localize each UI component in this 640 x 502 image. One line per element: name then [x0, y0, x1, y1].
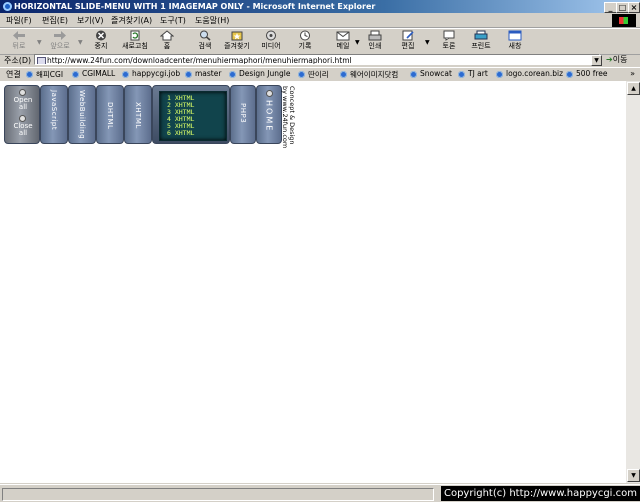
edit-icon: [402, 30, 414, 41]
link-tj-art[interactable]: TJ art: [458, 69, 488, 78]
links-more-button[interactable]: »: [630, 69, 635, 78]
link-cgimall[interactable]: CGIMALL: [72, 69, 115, 78]
menu-tab-home[interactable]: HOME: [256, 85, 282, 144]
history-icon: [300, 30, 310, 41]
link-logo-corean[interactable]: logo.corean.biz: [496, 69, 563, 78]
go-label: 이동: [612, 55, 628, 64]
new-window-button[interactable]: 새창: [498, 30, 532, 54]
close-button[interactable]: ×: [628, 2, 640, 13]
menu-tab-xhtml[interactable]: XHTML: [124, 85, 152, 144]
printer-icon: [474, 30, 488, 40]
close-all-button[interactable]: Close all: [5, 123, 41, 137]
address-url: http://www.24fun.com/downloadcenter/menu…: [47, 56, 352, 65]
ie-logo-icon: [3, 2, 12, 11]
forward-arrow-icon: [54, 31, 66, 40]
menu-file[interactable]: 파일(F): [6, 15, 32, 26]
print-icon: [368, 30, 382, 41]
menu-tab-php3[interactable]: PHP3: [230, 85, 256, 144]
link-500-free[interactable]: 500 free: [566, 69, 608, 78]
forward-button[interactable]: 앞으로: [43, 30, 77, 54]
link-design-jungle[interactable]: Design Jungle: [229, 69, 290, 78]
open-all-button[interactable]: Open all: [5, 97, 41, 111]
address-bar: 주소(D) http://www.24fun.com/downloadcente…: [0, 54, 640, 67]
link-happycgi[interactable]: 해피CGI: [26, 69, 63, 80]
credit-text: Concept & Design by www.24fun.com: [281, 86, 296, 149]
refresh-button[interactable]: 새로고침: [118, 30, 152, 54]
slide-menu-imagemap: Open all Close all JavaScript WebBuildin…: [4, 85, 282, 144]
edit-dropdown-icon[interactable]: ▼: [425, 39, 430, 46]
home-dot-icon: [267, 91, 272, 96]
media-icon: [266, 30, 276, 41]
status-text-area: [2, 488, 434, 501]
title-bar: HORIZONTAL SLIDE-MENU WITH 1 IMAGEMAP ON…: [0, 0, 640, 13]
media-button[interactable]: 미디어: [254, 30, 288, 54]
credit-line-1: Concept & Design: [288, 86, 296, 145]
favorites-icon: [231, 31, 243, 41]
xhtml-item-6[interactable]: 6 XHTML: [167, 130, 194, 137]
stop-button[interactable]: 중지: [84, 30, 118, 54]
xhtml-submenu-screen: 1 XHTML 2 XHTML 3 XHTML 4 XHTML 5 XHTML …: [159, 91, 227, 141]
page-icon: [37, 57, 46, 64]
menu-tab-webbuilding[interactable]: WebBuilding: [68, 85, 96, 144]
address-input[interactable]: http://www.24fun.com/downloadcenter/menu…: [34, 54, 600, 65]
forward-dropdown-icon[interactable]: ▼: [78, 39, 83, 46]
copyright-banner: Copyright(c) http://www.happycgi.com: [440, 486, 640, 501]
edit-button[interactable]: 편집: [391, 30, 425, 54]
link-wareimage[interactable]: 웨어이미지닷컴: [340, 69, 398, 80]
mail-icon: [336, 31, 350, 41]
link-ttanyiri[interactable]: 딴이리: [298, 69, 329, 80]
search-button[interactable]: 검색: [188, 30, 222, 54]
stop-icon: [96, 30, 106, 41]
menu-bar: 파일(F) 편집(E) 보기(V) 즐겨찾기(A) 도구(T) 도움말(H): [0, 13, 640, 28]
vertical-scrollbar[interactable]: ▲ ▼: [626, 81, 640, 483]
back-dropdown-icon[interactable]: ▼: [37, 39, 42, 46]
home-icon: [160, 30, 174, 41]
links-bar: 연결 해피CGI CGIMALL happycgi.job master Des…: [0, 67, 640, 81]
history-button[interactable]: 기록: [288, 30, 322, 54]
xhtml-submenu-panel: 1 XHTML 2 XHTML 3 XHTML 4 XHTML 5 XHTML …: [152, 85, 230, 144]
discuss-button[interactable]: 토론: [432, 30, 466, 54]
home-button[interactable]: 홈: [150, 30, 184, 54]
credit-line-2: by www.24fun.com: [281, 86, 289, 149]
go-button[interactable]: ➔이동: [606, 54, 627, 65]
menu-favorites[interactable]: 즐겨찾기(A): [111, 15, 152, 26]
toolbar: 뒤로 ▼ 앞으로 ▼ 중지 새로고침 홈 검색 즐겨찾기 미디어 기록 메일 ▼…: [0, 28, 640, 55]
back-button[interactable]: 뒤로: [2, 30, 36, 54]
address-label: 주소(D): [4, 56, 32, 65]
link-master[interactable]: master: [185, 69, 221, 78]
close-dot-icon: [20, 116, 25, 121]
go-arrow-icon: ➔: [606, 55, 613, 64]
scroll-down-icon[interactable]: ▼: [627, 469, 640, 482]
refresh-icon: [130, 30, 140, 41]
print-button[interactable]: 인쇄: [358, 30, 392, 54]
links-label: 연결: [6, 70, 21, 79]
open-close-panel: Open all Close all: [4, 85, 40, 144]
menu-edit[interactable]: 편집(E): [42, 15, 68, 26]
search-icon: [200, 30, 211, 41]
menu-tab-dhtml[interactable]: DHTML: [96, 85, 124, 144]
scroll-up-icon[interactable]: ▲: [627, 82, 640, 95]
menu-view[interactable]: 보기(V): [77, 15, 103, 26]
window-title: HORIZONTAL SLIDE-MENU WITH 1 IMAGEMAP ON…: [14, 2, 376, 11]
favorites-button[interactable]: 즐겨찾기: [220, 30, 254, 54]
discuss-icon: [443, 30, 455, 41]
back-arrow-icon: [13, 31, 25, 40]
menu-tools[interactable]: 도구(T): [160, 15, 186, 26]
link-happycgi-job[interactable]: happycgi.job: [122, 69, 180, 78]
printer-button[interactable]: 프린트: [464, 30, 498, 54]
new-window-icon: [508, 30, 522, 41]
open-dot-icon: [20, 90, 25, 95]
windows-logo-icon: [612, 14, 636, 27]
link-snowcat[interactable]: Snowcat: [410, 69, 452, 78]
menu-help[interactable]: 도움말(H): [195, 15, 229, 26]
menu-tab-javascript[interactable]: JavaScript: [40, 85, 68, 144]
address-dropdown-icon[interactable]: ▼: [591, 55, 602, 66]
